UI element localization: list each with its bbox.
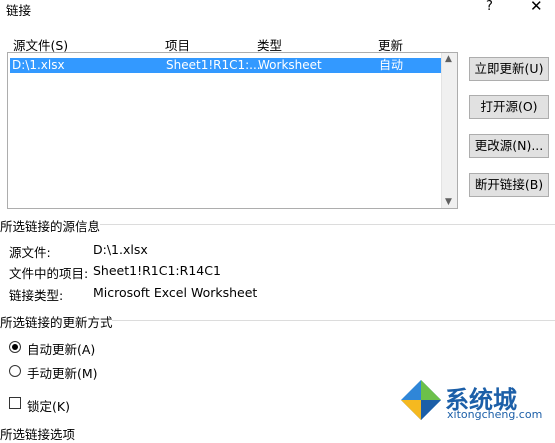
item-value: Sheet1!R1C1:R14C1	[93, 263, 221, 278]
link-update: 自动	[379, 58, 404, 72]
link-type-label: 链接类型:	[9, 288, 64, 303]
scroll-up-icon[interactable]: ▲	[445, 54, 452, 64]
link-source: D:\1.xlsx	[12, 58, 65, 72]
list-scrollbar[interactable]: ▲ ▼	[441, 53, 457, 208]
manual-update-radio[interactable]	[9, 365, 21, 377]
link-row[interactable]: D:\1.xlsx Sheet1!R1C1:... Worksheet 自动	[10, 58, 441, 73]
open-source-button[interactable]: 打开源(O)	[469, 95, 549, 119]
link-options-heading: 所选链接选项	[0, 427, 76, 442]
links-list[interactable]: D:\1.xlsx Sheet1!R1C1:... Worksheet 自动 ▲…	[7, 52, 458, 209]
scroll-down-icon[interactable]: ▼	[445, 197, 452, 207]
source-info-heading: 所选链接的源信息	[0, 219, 101, 234]
help-button[interactable]: ?	[486, 0, 493, 14]
break-link-button[interactable]: 断开链接(B)	[469, 173, 549, 197]
diamond-logo-icon	[401, 380, 441, 420]
manual-update-label[interactable]: 手动更新(M)	[27, 363, 98, 382]
watermark-url: xitongcheng.com	[447, 408, 543, 421]
link-type: Worksheet	[258, 58, 322, 72]
update-now-button[interactable]: 立即更新(U)	[469, 57, 549, 81]
item-label: 文件中的项目:	[9, 266, 89, 281]
source-file-value: D:\1.xlsx	[93, 242, 148, 257]
source-file-label: 源文件:	[9, 245, 51, 260]
update-method-divider	[112, 320, 555, 321]
lock-checkbox[interactable]	[9, 397, 21, 409]
watermark: 系统城 xitongcheng.com	[399, 376, 549, 426]
auto-update-label[interactable]: 自动更新(A)	[27, 339, 95, 358]
update-method-heading: 所选链接的更新方式	[0, 315, 113, 330]
auto-update-radio[interactable]	[9, 341, 21, 353]
change-source-button[interactable]: 更改源(N)...	[469, 134, 549, 158]
source-info-divider	[100, 224, 555, 225]
link-type-value: Microsoft Excel Worksheet	[93, 285, 258, 300]
close-button[interactable]: ✕	[530, 0, 543, 15]
dialog-title: 链接	[6, 3, 32, 18]
link-item: Sheet1!R1C1:...	[166, 58, 261, 72]
lock-label[interactable]: 锁定(K)	[27, 396, 70, 415]
